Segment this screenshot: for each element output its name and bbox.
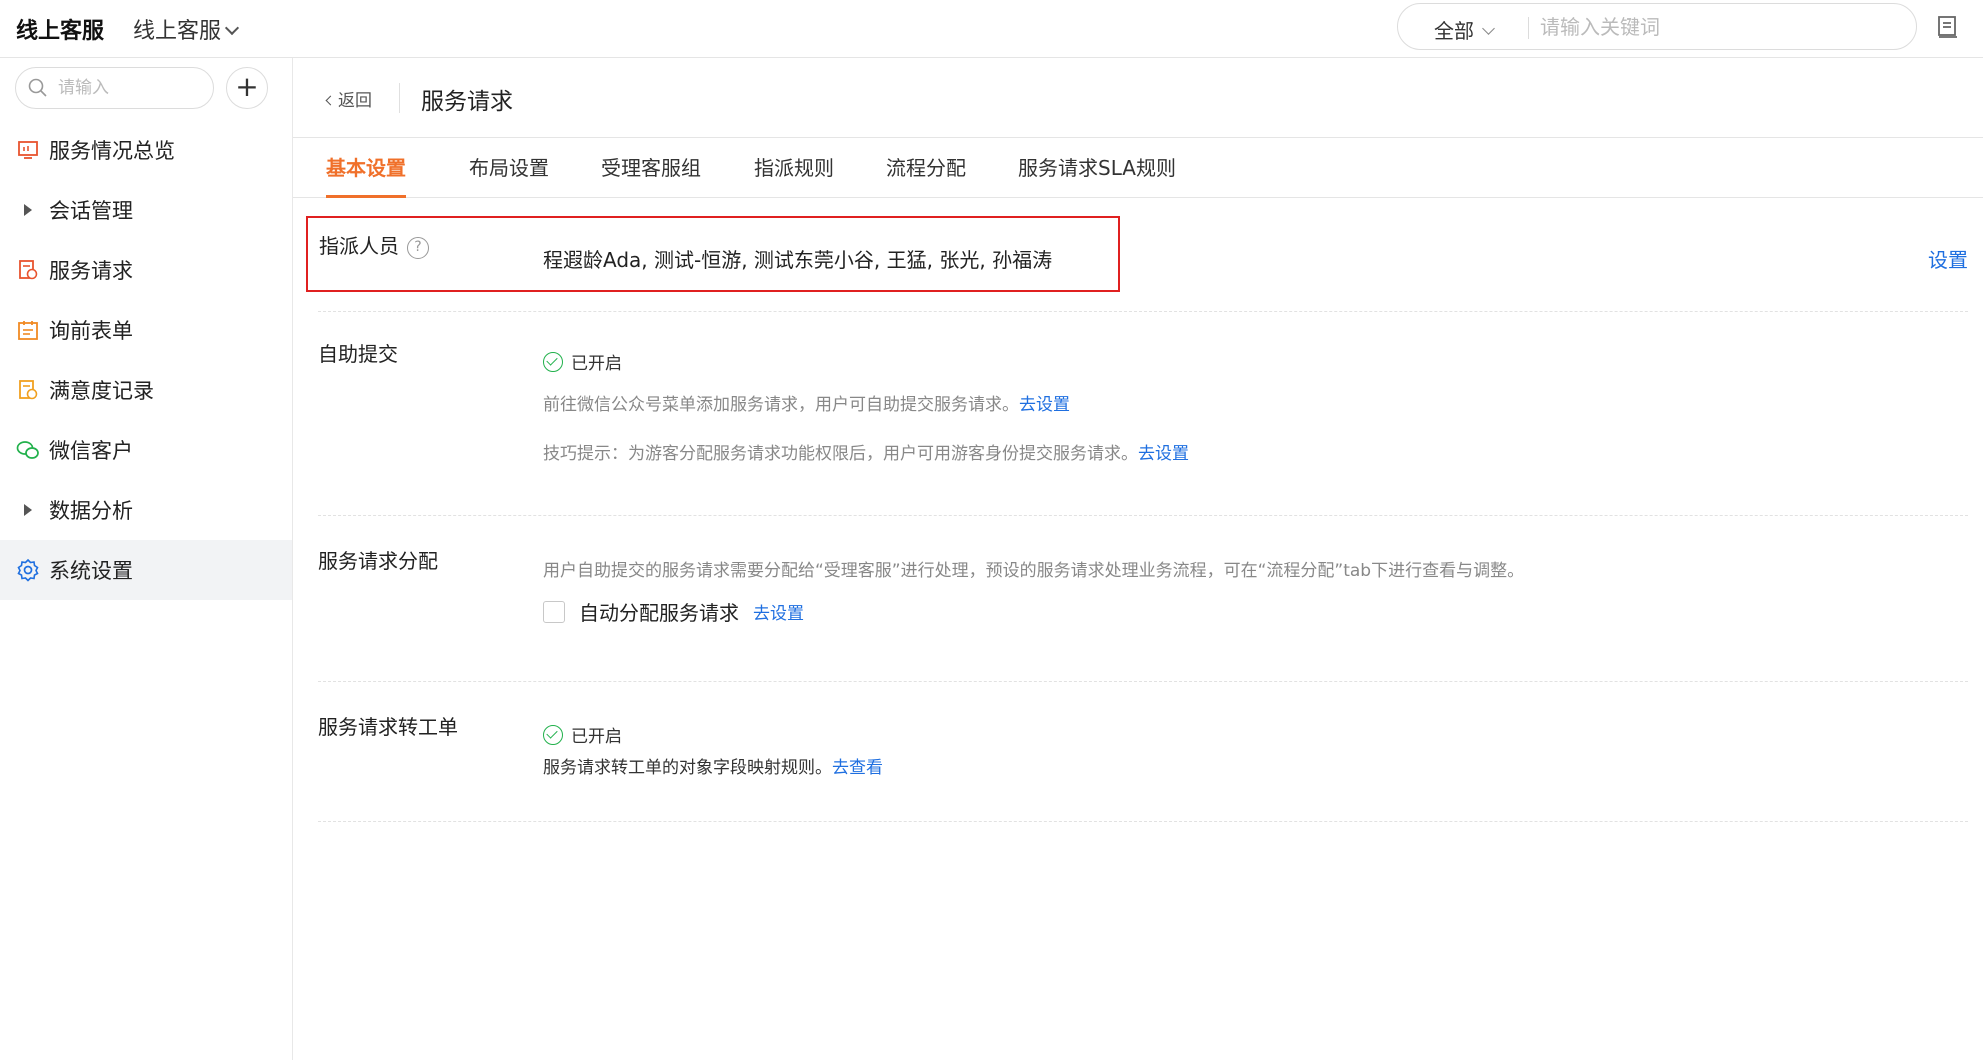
main-panel: 返回 服务请求 基本设置 布局设置 受理客服组 指派规则 流程分配 服务请求SL… [293,58,1983,1060]
sidebar-item-conversations[interactable]: 会话管理 [0,180,292,240]
sidebar-menu: 服务情况总览 会话管理 服务请求 询前表单 满意度记录 微信客户 数据分析 系统… [0,120,292,600]
desc-text: 服务请求转工单的对象字段映射规则。 [543,758,832,778]
chevron-left-icon [325,95,336,106]
monitor-icon [15,137,41,163]
sidebar-search [15,67,214,109]
divider [318,821,1968,822]
to-ticket-label: 服务请求转工单 [318,715,458,739]
divider [1528,17,1529,39]
request-icon [15,257,41,283]
sidebar-item-label: 会话管理 [49,199,133,223]
sidebar-item-service-requests[interactable]: 服务请求 [0,240,292,300]
self-submit-status: 已开启 [543,349,622,374]
distribution-label: 服务请求分配 [318,549,438,573]
tab-assignment-rules[interactable]: 指派规则 [754,152,834,198]
page-title: 服务请求 [421,89,513,115]
back-label: 返回 [338,91,372,111]
auto-assign-row: 自动分配服务请求 去设置 [543,597,804,626]
go-settings-link[interactable]: 去设置 [1019,395,1070,415]
assignee-label-text: 指派人员 [319,234,399,258]
add-button[interactable]: + [226,67,268,109]
app-switcher-label: 线上客服 [133,19,222,44]
divider [399,83,400,113]
assignee-list: 程遐龄Ada, 测试-恒游, 测试东莞小谷, 王猛, 张光, 孙福涛 [543,248,1053,272]
to-ticket-desc: 服务请求转工单的对象字段映射规则。去查看 [543,753,883,778]
top-bar: 线上客服 线上客服 全部 [0,0,1983,58]
sidebar-item-pre-chat-form[interactable]: 询前表单 [0,300,292,360]
search-scope-select[interactable]: 全部 [1434,15,1495,44]
form-icon [15,317,41,343]
divider [318,311,1968,312]
sidebar: + 服务情况总览 会话管理 服务请求 询前表单 [0,58,293,1060]
check-circle-icon [543,351,563,372]
status-text: 已开启 [571,727,622,747]
global-search: 全部 [1397,3,1917,50]
tab-layout-settings[interactable]: 布局设置 [469,152,549,198]
self-submit-desc: 前往微信公众号菜单添加服务请求，用户可自助提交服务请求。去设置 [543,390,1070,415]
desc-text: 前往微信公众号菜单添加服务请求，用户可自助提交服务请求。 [543,395,1019,415]
sidebar-item-label: 微信客户 [49,439,133,463]
status-text: 已开启 [571,354,622,374]
caret-right-icon [15,497,41,523]
sidebar-search-input[interactable] [58,75,198,101]
app-switcher[interactable]: 线上客服 [133,13,240,45]
divider [318,681,1968,682]
sidebar-item-label: 服务情况总览 [49,139,175,163]
tab-bar: 基本设置 布局设置 受理客服组 指派规则 流程分配 服务请求SLA规则 [293,138,1983,198]
check-circle-icon [543,724,563,745]
tab-sla-rules[interactable]: 服务请求SLA规则 [1018,152,1176,198]
go-settings-link[interactable]: 去设置 [1138,444,1189,464]
document-icon[interactable] [1937,15,1959,39]
go-settings-link[interactable]: 去设置 [753,599,804,624]
assignee-settings-link[interactable]: 设置 [1928,244,1968,273]
sidebar-item-label: 满意度记录 [49,379,154,403]
view-link[interactable]: 去查看 [832,758,883,778]
sidebar-item-overview[interactable]: 服务情况总览 [0,120,292,180]
record-icon [15,377,41,403]
search-scope-label: 全部 [1434,19,1474,43]
help-icon[interactable]: ? [407,237,429,259]
sidebar-item-wechat[interactable]: 微信客户 [0,420,292,480]
chevron-down-icon [1482,22,1495,35]
sidebar-item-label: 数据分析 [49,499,133,523]
distribution-desc: 用户自助提交的服务请求需要分配给“受理客服”进行处理，预设的服务请求处理业务流程… [543,561,1525,581]
search-icon [28,78,47,97]
wechat-icon [15,437,41,463]
divider [318,515,1968,516]
page-header: 返回 服务请求 [293,58,1983,138]
self-submit-tip: 技巧提示：为游客分配服务请求功能权限后，用户可用游客身份提交服务请求。去设置 [543,439,1189,464]
self-submit-label: 自助提交 [318,342,398,366]
sidebar-item-label: 询前表单 [49,319,133,343]
back-button[interactable]: 返回 [325,86,372,111]
sidebar-item-label: 系统设置 [49,559,133,583]
sidebar-item-analytics[interactable]: 数据分析 [0,480,292,540]
auto-assign-label[interactable]: 自动分配服务请求 [579,597,739,626]
tab-handling-groups[interactable]: 受理客服组 [601,152,701,198]
sidebar-item-settings[interactable]: 系统设置 [0,540,292,600]
sidebar-item-satisfaction[interactable]: 满意度记录 [0,360,292,420]
global-search-input[interactable] [1540,12,1900,42]
tab-basic-settings[interactable]: 基本设置 [326,152,406,198]
chevron-down-icon [224,20,240,36]
gear-icon [15,557,41,583]
sidebar-item-label: 服务请求 [49,259,133,283]
auto-assign-checkbox[interactable] [543,600,565,623]
tab-process-distribution[interactable]: 流程分配 [886,152,966,198]
assignee-label: 指派人员? [319,230,429,261]
caret-right-icon [15,197,41,223]
app-title: 线上客服 [16,19,105,44]
to-ticket-status: 已开启 [543,722,622,747]
tip-text: 技巧提示：为游客分配服务请求功能权限后，用户可用游客身份提交服务请求。 [543,444,1138,464]
